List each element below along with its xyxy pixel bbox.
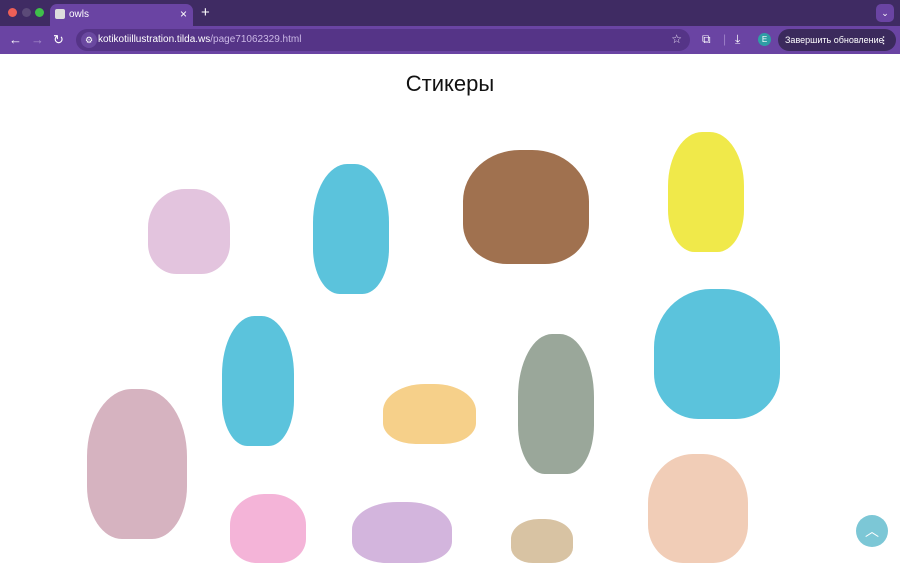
sticker-owl-lilac[interactable] xyxy=(352,502,452,563)
reload-button[interactable]: ↻ xyxy=(53,32,64,48)
sticker-owl-curlers[interactable] xyxy=(648,454,748,563)
bookmark-star-icon[interactable]: ☆ xyxy=(671,32,682,46)
update-label: Завершить обновление xyxy=(785,35,884,45)
page-content: Стикеры ︿ xyxy=(0,54,900,563)
sticker-owl-raincoat[interactable] xyxy=(668,132,744,252)
sticker-owl-window-rain[interactable] xyxy=(148,189,230,274)
sticker-owl-pink[interactable] xyxy=(230,494,306,563)
forward-button[interactable]: → xyxy=(31,32,44,47)
tab-owls[interactable]: owls × xyxy=(50,4,193,26)
address-bar[interactable]: ⚙ kotikotiillustration.tilda.ws/page7106… xyxy=(76,29,690,51)
minimize-window-button[interactable] xyxy=(22,8,31,17)
url-path: /page71062329.html xyxy=(210,34,302,45)
download-icon[interactable]: ⤓ xyxy=(735,32,740,47)
back-button[interactable]: ← xyxy=(9,32,22,47)
update-button[interactable]: Завершить обновление ⋮ xyxy=(778,29,896,51)
page-title: Стикеры xyxy=(405,71,495,96)
toolbar: ← → ↻ ⚙ kotikotiillustration.tilda.ws/pa… xyxy=(0,26,900,54)
tab-title: owls xyxy=(69,9,90,20)
site-info-icon[interactable]: ⚙ xyxy=(81,32,97,48)
profile-avatar[interactable]: E xyxy=(758,33,771,46)
scroll-to-top-button[interactable]: ︿ xyxy=(856,515,888,547)
menu-icon[interactable]: ⋮ xyxy=(879,29,888,51)
tab-search-button[interactable]: ⌄ xyxy=(876,4,894,22)
sticker-owl-pink-book[interactable] xyxy=(654,289,780,419)
sticker-owl-bee[interactable] xyxy=(383,384,476,444)
sticker-owl-grey-suit[interactable] xyxy=(222,316,294,446)
sticker-owl-beige[interactable] xyxy=(511,519,573,563)
title-bar: owls × + ⌄ xyxy=(0,0,900,26)
maximize-window-button[interactable] xyxy=(35,8,44,17)
sticker-owl-reading-books[interactable] xyxy=(313,164,389,294)
sticker-owl-green-pants[interactable] xyxy=(518,334,594,474)
extensions-icon[interactable]: ⧉ xyxy=(702,32,711,47)
close-window-button[interactable] xyxy=(8,8,17,17)
sticker-owl-wardrobe[interactable] xyxy=(463,150,589,264)
favicon-icon xyxy=(55,9,65,19)
divider: | xyxy=(723,32,727,46)
new-tab-button[interactable]: + xyxy=(201,4,210,21)
close-tab-icon[interactable]: × xyxy=(180,7,187,21)
sticker-owl-lady-pearls[interactable] xyxy=(87,389,187,539)
url-host: kotikotiillustration.tilda.ws xyxy=(98,34,211,45)
